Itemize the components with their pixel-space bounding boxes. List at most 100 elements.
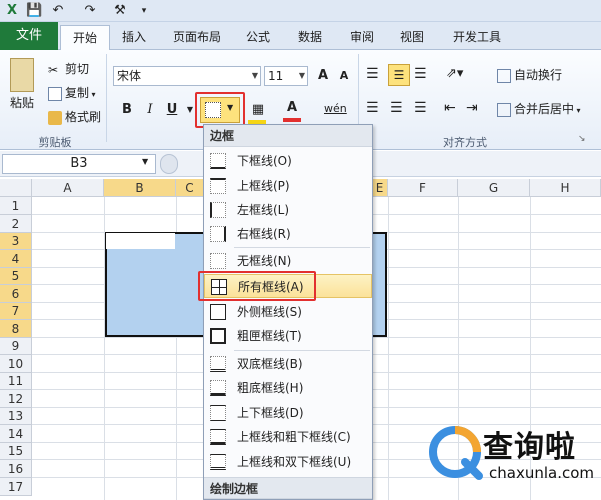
row-header[interactable]: 7: [0, 303, 32, 320]
tab-view[interactable]: 视图: [392, 25, 432, 49]
menu-item-bottom-border[interactable]: 下框线(O): [204, 149, 372, 173]
fill-color-icon[interactable]: ▦: [248, 100, 268, 120]
outside-borders-icon: [210, 304, 226, 320]
column-header[interactable]: G: [458, 179, 530, 197]
menu-item-thick-bottom-border[interactable]: 粗底框线(H): [204, 376, 372, 400]
font-name-combo[interactable]: 宋体 ▼: [113, 66, 261, 86]
align-middle-icon[interactable]: ☰: [388, 64, 410, 86]
tab-data[interactable]: 数据: [290, 25, 330, 49]
active-cell[interactable]: [106, 233, 175, 249]
row-header[interactable]: 12: [0, 390, 32, 408]
menu-divider: [234, 350, 370, 351]
align-right-icon[interactable]: ☰: [414, 100, 427, 116]
tab-file[interactable]: 文件: [0, 22, 58, 50]
watermark-url: chaxunla.com: [489, 464, 594, 482]
brush-icon: [48, 110, 62, 125]
menu-item-top-double-bottom-border[interactable]: 上框线和双下框线(U): [204, 450, 372, 474]
column-header[interactable]: C: [176, 179, 204, 197]
tab-formulas[interactable]: 公式: [238, 25, 278, 49]
menu-item-top-thick-bottom-border[interactable]: 上框线和粗下框线(C): [204, 425, 372, 449]
copy-button[interactable]: 复制 ▾: [48, 84, 96, 101]
tab-review[interactable]: 审阅: [342, 25, 382, 49]
tab-page-layout[interactable]: 页面布局: [162, 25, 232, 49]
undo-icon[interactable]: ↶: [50, 3, 66, 19]
watermark-logo-icon: [429, 426, 483, 480]
column-header[interactable]: B: [104, 179, 176, 197]
menu-item-right-border[interactable]: 右框线(R): [204, 222, 372, 246]
italic-button[interactable]: I: [140, 100, 160, 120]
row-header[interactable]: 13: [0, 408, 32, 425]
column-header[interactable]: E: [372, 179, 388, 197]
phonetic-guide-button[interactable]: wén: [324, 102, 347, 115]
thick-bottom-border-icon: [210, 380, 226, 396]
format-painter-button[interactable]: 格式刷: [48, 108, 101, 125]
highlight-box: [198, 271, 316, 301]
scissors-icon: ✂: [48, 62, 59, 77]
no-border-icon: [210, 253, 226, 269]
tab-home[interactable]: 开始: [60, 25, 110, 51]
decrease-indent-icon[interactable]: ⇤: [444, 100, 456, 116]
menu-item-bottom-double-border[interactable]: 双底框线(B): [204, 352, 372, 376]
orientation-icon[interactable]: ⇗▾: [446, 66, 463, 81]
row-header[interactable]: 8: [0, 320, 32, 338]
font-size-combo[interactable]: 11 ▼: [264, 66, 308, 86]
increase-indent-icon[interactable]: ⇥: [466, 100, 478, 116]
align-center-icon[interactable]: ☰: [390, 100, 403, 116]
cut-button[interactable]: ✂ 剪切: [48, 60, 89, 77]
top-double-bottom-border-icon: [210, 454, 226, 470]
left-border-icon: [210, 202, 226, 218]
menu-item-left-border[interactable]: 左框线(L): [204, 198, 372, 222]
tab-insert[interactable]: 插入: [114, 25, 154, 49]
row-header[interactable]: 1: [0, 197, 32, 215]
menu-item-no-border[interactable]: 无框线(N): [204, 249, 372, 273]
name-box[interactable]: B3: [2, 154, 156, 174]
font-color-button[interactable]: A: [282, 98, 302, 118]
save-icon[interactable]: 💾: [26, 3, 42, 19]
paste-button[interactable]: 粘贴: [10, 94, 34, 111]
dialog-launcher-icon[interactable]: ↘: [578, 134, 586, 144]
select-all-corner[interactable]: [0, 179, 32, 197]
align-top-icon[interactable]: ☰: [366, 66, 379, 82]
bold-button[interactable]: B: [117, 100, 137, 120]
column-header[interactable]: H: [530, 179, 601, 197]
menu-item-top-bottom-border[interactable]: 上下框线(D): [204, 401, 372, 425]
align-left-icon[interactable]: ☰: [366, 100, 379, 116]
formula-toggle-icon[interactable]: [160, 154, 178, 174]
chevron-down-icon[interactable]: ▼: [142, 157, 148, 166]
ribbon-tabs: 文件 开始 插入 页面布局 公式 数据 审阅 视图 开发工具: [0, 22, 601, 51]
menu-item-thick-box-border[interactable]: 粗匣框线(T): [204, 324, 372, 348]
wrap-text-button[interactable]: 自动换行: [497, 66, 562, 83]
paste-icon[interactable]: [10, 58, 34, 92]
align-bottom-icon[interactable]: ☰: [414, 66, 427, 82]
menu-item-top-border[interactable]: 上框线(P): [204, 174, 372, 198]
column-header[interactable]: A: [32, 179, 104, 197]
quick-access-toolbar: X 💾 ↶ ↷ ⚒ ▾: [0, 0, 601, 22]
row-header[interactable]: 2: [0, 215, 32, 233]
column-header[interactable]: F: [388, 179, 458, 197]
tab-developer[interactable]: 开发工具: [444, 25, 510, 49]
row-header[interactable]: 16: [0, 460, 32, 478]
row-header[interactable]: 10: [0, 355, 32, 373]
row-header[interactable]: 11: [0, 373, 32, 390]
menu-item-outside-borders[interactable]: 外侧框线(S): [204, 300, 372, 324]
tools-icon[interactable]: ⚒: [112, 3, 128, 19]
row-header[interactable]: 3: [0, 233, 32, 250]
row-header[interactable]: 9: [0, 338, 32, 355]
row-header[interactable]: 17: [0, 478, 32, 496]
row-header[interactable]: 5: [0, 268, 32, 285]
customize-qat-icon[interactable]: ▾: [136, 3, 152, 19]
watermark-brand: 查询啦: [483, 430, 576, 465]
redo-icon[interactable]: ↷: [82, 3, 98, 19]
watermark: 查询啦 chaxunla.com: [427, 418, 599, 498]
row-header[interactable]: 14: [0, 425, 32, 443]
shrink-font-button[interactable]: A: [334, 66, 354, 86]
double-bottom-border-icon: [210, 356, 226, 372]
menu-divider: [234, 247, 370, 248]
grow-font-button[interactable]: A: [313, 66, 333, 86]
top-bottom-border-icon: [210, 405, 226, 421]
underline-button[interactable]: U: [162, 100, 182, 120]
merge-center-button[interactable]: 合并后居中 ▾: [497, 100, 581, 117]
row-header[interactable]: 15: [0, 443, 32, 460]
row-header[interactable]: 6: [0, 285, 32, 303]
row-header[interactable]: 4: [0, 250, 32, 268]
